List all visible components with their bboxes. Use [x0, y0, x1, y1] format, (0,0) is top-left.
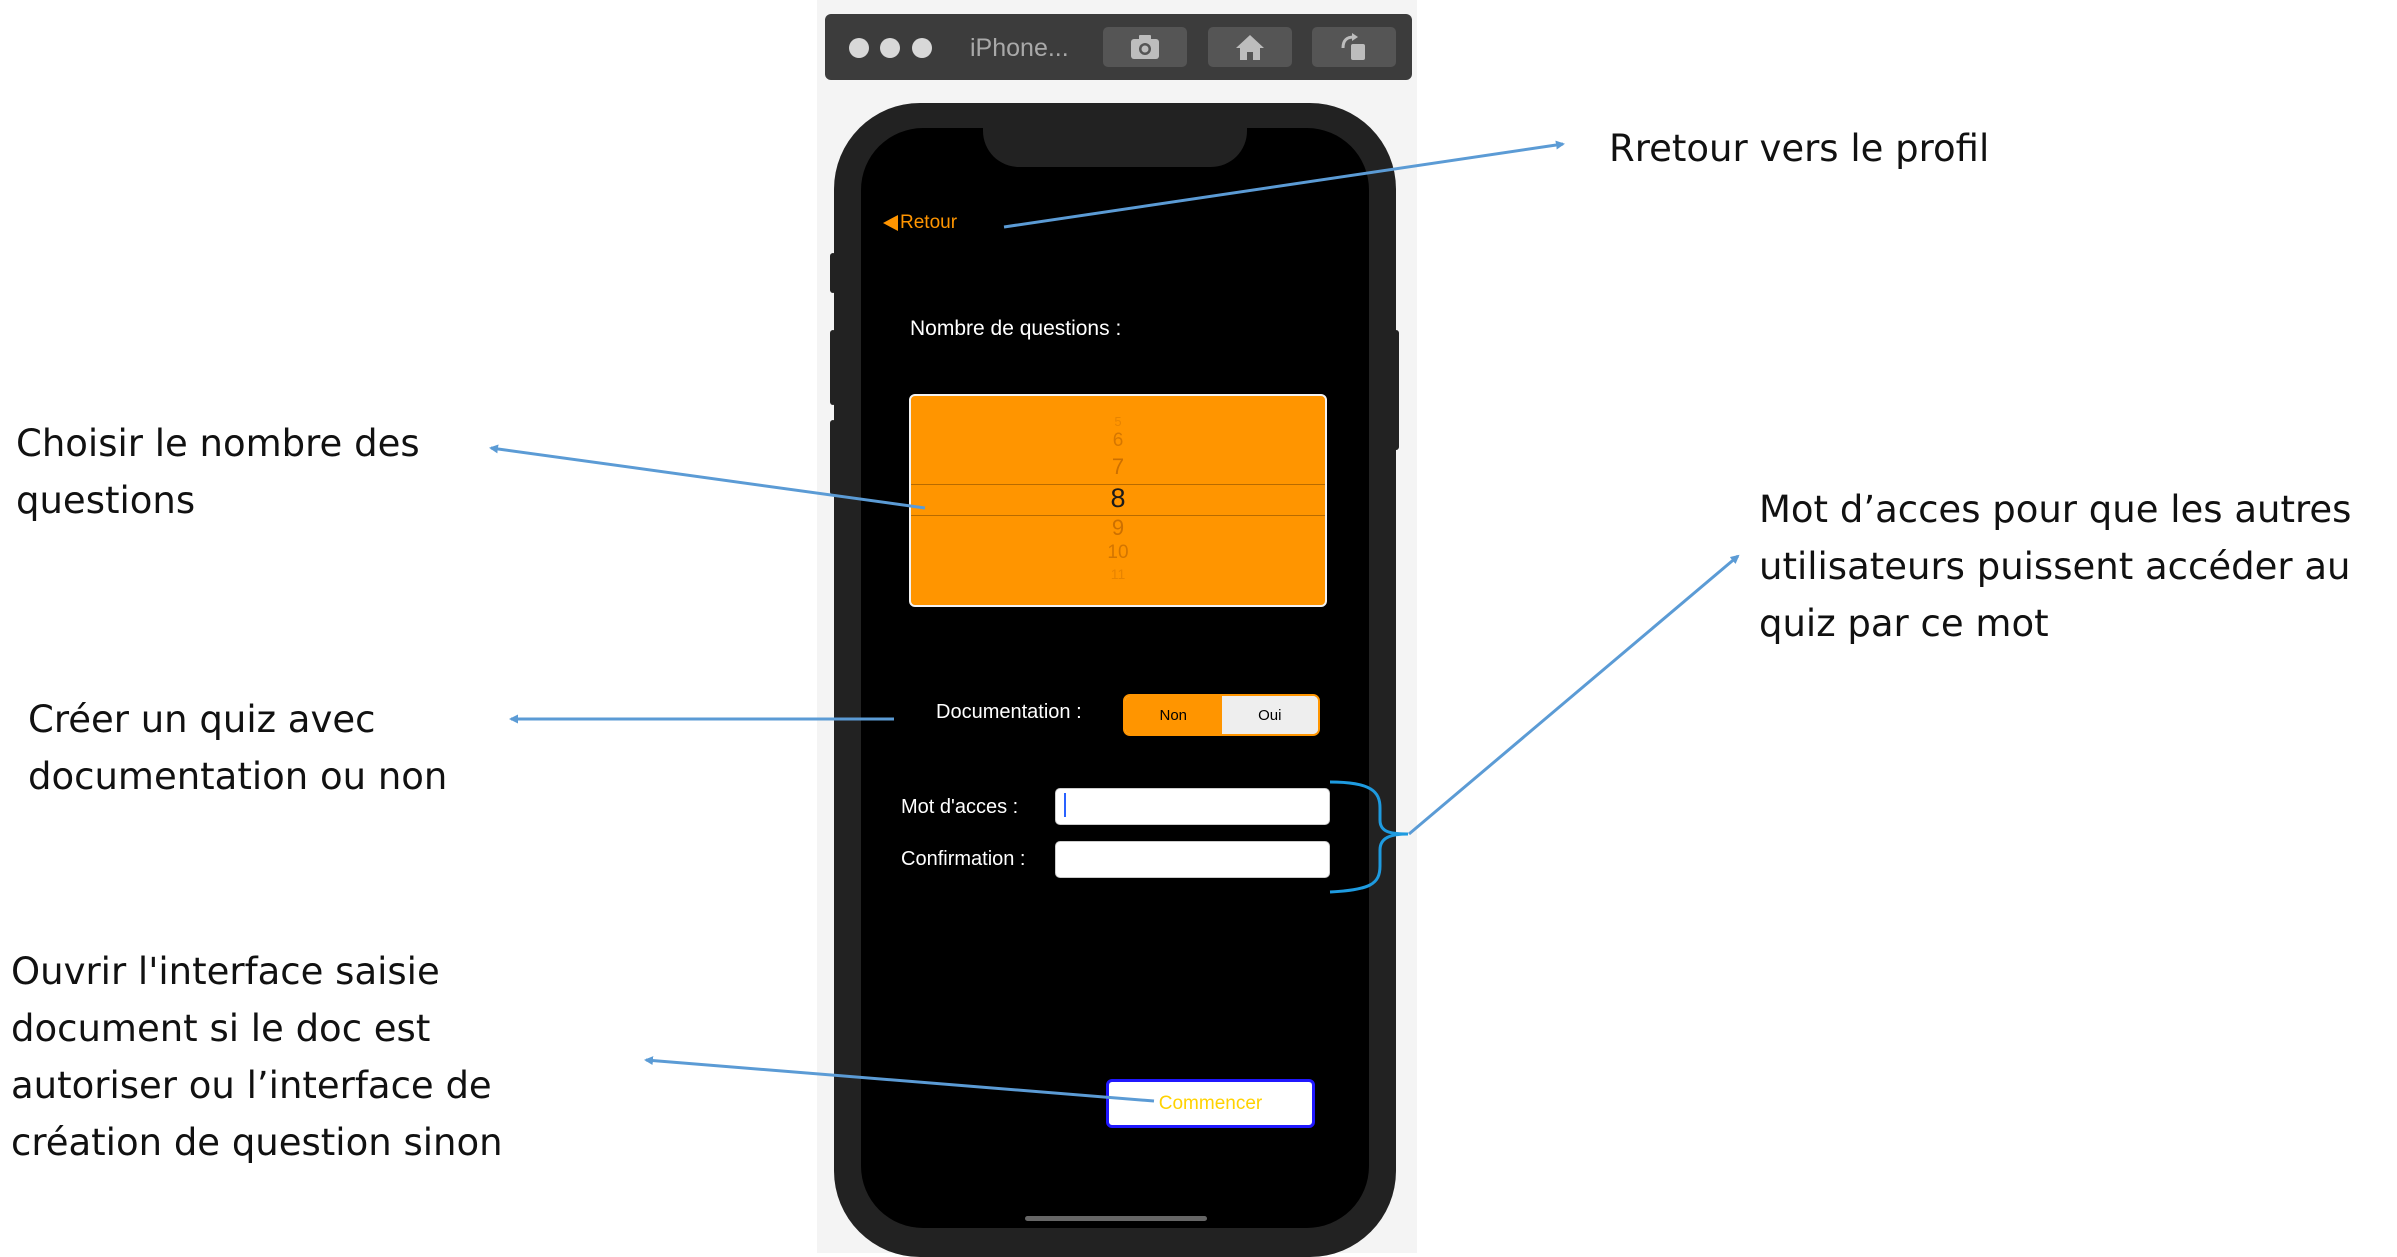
- annotation-retour: Rretour vers le profil: [1609, 127, 1990, 170]
- close-window-dot[interactable]: [849, 38, 869, 58]
- annotation-commencer: Ouvrir l'interface saisie document si le…: [11, 950, 503, 1164]
- picker-selected-option[interactable]: 8: [911, 483, 1325, 514]
- home-indicator: [1025, 1216, 1207, 1221]
- documentation-option-non[interactable]: Non: [1125, 696, 1222, 734]
- picker-option[interactable]: 11: [911, 566, 1325, 582]
- annotation-mot-acces: Mot d’acces pour que les autres utilisat…: [1759, 488, 2352, 645]
- screenshot-button[interactable]: [1103, 27, 1187, 67]
- confirm-label: Confirmation :: [901, 848, 1026, 870]
- documentation-option-oui[interactable]: Oui: [1221, 696, 1318, 734]
- questions-picker[interactable]: 5 6 7 8 9 10 11: [909, 394, 1327, 607]
- start-button[interactable]: Commencer: [1106, 1079, 1315, 1128]
- confirm-input[interactable]: [1055, 841, 1330, 878]
- access-input[interactable]: [1055, 788, 1330, 825]
- rotate-button[interactable]: [1312, 27, 1396, 67]
- camera-icon: [1131, 35, 1159, 59]
- picker-option[interactable]: 7: [911, 454, 1325, 480]
- minimize-window-dot[interactable]: [880, 38, 900, 58]
- simulator-toolbar: iPhone...: [825, 14, 1412, 80]
- notch: [983, 128, 1247, 167]
- back-label: Retour: [900, 212, 958, 233]
- access-label: Mot d'acces :: [901, 796, 1019, 818]
- picker-option[interactable]: 10: [911, 542, 1325, 564]
- documentation-toggle[interactable]: Non Oui: [1123, 694, 1320, 736]
- text-caret: [1064, 793, 1066, 817]
- simulator-title: iPhone...: [970, 34, 1069, 62]
- phone-screen: Retour Nombre de questions : 5 6 7 8 9 1…: [861, 128, 1369, 1228]
- back-arrow-icon: [883, 215, 898, 231]
- home-icon: [1236, 35, 1264, 60]
- home-button[interactable]: [1208, 27, 1292, 67]
- picker-option[interactable]: 5: [911, 414, 1325, 429]
- arrow-mot-acces: [1408, 554, 1740, 836]
- annotation-documentation: Créer un quiz avec documentation ou non: [28, 698, 448, 798]
- back-button[interactable]: Retour: [883, 212, 957, 234]
- rotate-icon: [1341, 33, 1365, 60]
- picker-option[interactable]: 6: [911, 430, 1325, 452]
- questions-label: Nombre de questions :: [910, 317, 1122, 340]
- annotation-nombre: Choisir le nombre des questions: [16, 422, 420, 522]
- picker-option[interactable]: 9: [911, 515, 1325, 541]
- documentation-label: Documentation :: [936, 701, 1082, 723]
- zoom-window-dot[interactable]: [912, 38, 932, 58]
